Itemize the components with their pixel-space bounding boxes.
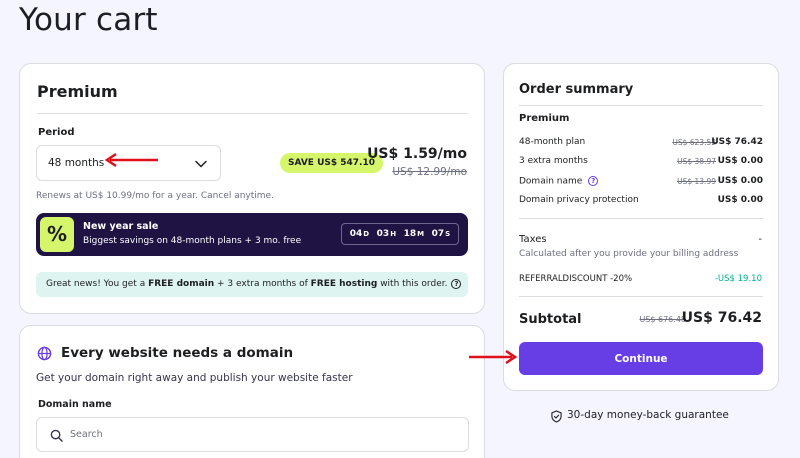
summary-row: Domain name? US$ 13.99 US$ 0.00 [519,176,763,187]
divider [519,296,763,297]
countdown-hours: 03H [376,229,397,239]
countdown-days: 04D [349,229,370,239]
discount-value: -US$ 19.10 [714,274,762,284]
period-label: Period [38,127,75,138]
taxes-note: Calculated after you provide your billin… [519,249,739,259]
plan-price: US$ 1.59/mo [367,146,467,162]
summary-plan-name: Premium [519,113,570,124]
summary-row: 48-month plan US$ 623.52 US$ 76.42 [519,137,763,147]
divider [519,105,763,106]
subtotal-label: Subtotal [519,312,582,327]
taxes-label: Taxes [519,234,547,245]
domain-card: Every website needs a domain Get your do… [19,325,485,458]
taxes-value: - [758,234,762,245]
countdown-timer: 04D 03H 18M 07S [341,223,459,245]
promo-banner: % New year sale Biggest savings on 48-mo… [36,213,468,256]
summary-row: Domain privacy protection US$ 0.00 [519,195,763,205]
continue-button[interactable]: Continue [519,342,763,375]
domain-search-box [36,417,469,452]
plan-card: Premium Period 48 months SAVE US$ 547.10… [19,63,485,314]
domain-search-input[interactable] [70,419,450,450]
plan-name: Premium [37,82,118,101]
discount-label: REFERRALDISCOUNT -20% [519,274,633,284]
plan-old-price: US$ 12.99/mo [392,166,467,178]
promo-title: New year sale [83,221,159,232]
chevron-down-icon [195,160,207,168]
order-summary-title: Order summary [519,82,634,97]
money-back-guarantee: 30-day money-back guarantee [567,409,729,421]
percent-icon: % [40,217,74,252]
free-domain-notice: Great news! You get a FREE domain + 3 ex… [36,272,468,297]
domain-title: Every website needs a domain [61,345,294,361]
info-icon[interactable]: ? [588,176,599,186]
globe-icon [37,346,52,361]
page-title: Your cart [19,2,158,38]
period-select-value: 48 months [48,157,105,169]
subtotal-old-price: US$ 676.48 [639,315,686,324]
order-summary-card: Order summary Premium 48-month plan US$ … [503,63,779,391]
search-icon [50,429,63,442]
summary-row: 3 extra months US$ 38.97 US$ 0.00 [519,156,763,166]
domain-subtitle: Get your domain right away and publish y… [36,372,353,384]
red-arrow-annotation [469,349,518,365]
countdown-seconds: 07S [431,229,451,239]
help-circle-icon[interactable]: ? [451,278,462,289]
divider [519,218,763,219]
countdown-minutes: 18M [403,229,425,239]
red-arrow-annotation [104,152,158,168]
domain-name-label: Domain name [38,399,112,410]
renews-note: Renews at US$ 10.99/mo for a year. Cance… [36,191,274,201]
shield-check-icon [551,410,562,423]
subtotal-value: US$ 76.42 [681,310,762,326]
divider [37,113,468,114]
promo-subtitle: Biggest savings on 48-month plans + 3 mo… [83,236,302,246]
